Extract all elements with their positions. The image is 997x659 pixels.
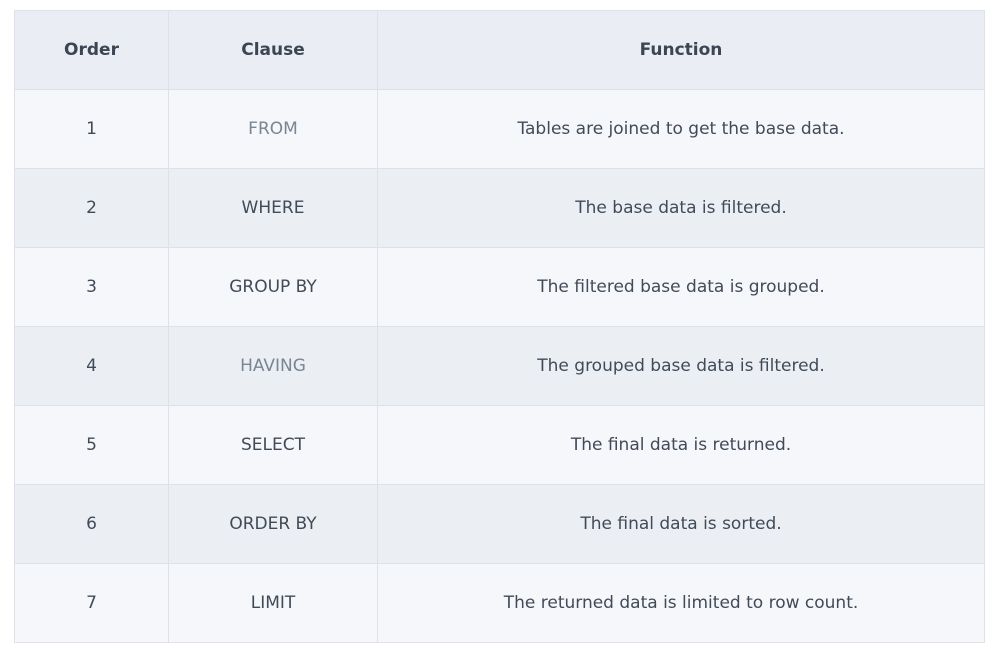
table-row: 4 HAVING The grouped base data is filter…	[14, 326, 985, 406]
sql-order-table-container: Order Clause Function 1 FROM Tables are …	[14, 10, 985, 643]
cell-clause: FROM	[168, 89, 378, 169]
table-body: 1 FROM Tables are joined to get the base…	[14, 89, 985, 643]
cell-function: The final data is sorted.	[377, 484, 985, 564]
cell-function: The filtered base data is grouped.	[377, 247, 985, 327]
sql-order-table: Order Clause Function 1 FROM Tables are …	[14, 10, 985, 643]
cell-function: Tables are joined to get the base data.	[377, 89, 985, 169]
cell-order: 5	[14, 405, 169, 485]
table-header: Order Clause Function	[14, 10, 985, 90]
cell-order: 2	[14, 168, 169, 248]
cell-function: The final data is returned.	[377, 405, 985, 485]
header-function: Function	[377, 10, 985, 90]
cell-clause: HAVING	[168, 326, 378, 406]
table-row: 6 ORDER BY The final data is sorted.	[14, 484, 985, 564]
cell-clause: SELECT	[168, 405, 378, 485]
cell-clause: ORDER BY	[168, 484, 378, 564]
table-row: 1 FROM Tables are joined to get the base…	[14, 89, 985, 169]
header-clause: Clause	[168, 10, 378, 90]
cell-order: 1	[14, 89, 169, 169]
table-row: 7 LIMIT The returned data is limited to …	[14, 563, 985, 643]
cell-clause: WHERE	[168, 168, 378, 248]
cell-clause: LIMIT	[168, 563, 378, 643]
cell-function: The returned data is limited to row coun…	[377, 563, 985, 643]
table-row: 3 GROUP BY The filtered base data is gro…	[14, 247, 985, 327]
cell-order: 4	[14, 326, 169, 406]
table-row: 2 WHERE The base data is filtered.	[14, 168, 985, 248]
table-row: 5 SELECT The final data is returned.	[14, 405, 985, 485]
cell-order: 6	[14, 484, 169, 564]
cell-function: The grouped base data is filtered.	[377, 326, 985, 406]
cell-order: 3	[14, 247, 169, 327]
cell-clause: GROUP BY	[168, 247, 378, 327]
header-order: Order	[14, 10, 169, 90]
header-row: Order Clause Function	[14, 10, 985, 90]
cell-function: The base data is filtered.	[377, 168, 985, 248]
cell-order: 7	[14, 563, 169, 643]
